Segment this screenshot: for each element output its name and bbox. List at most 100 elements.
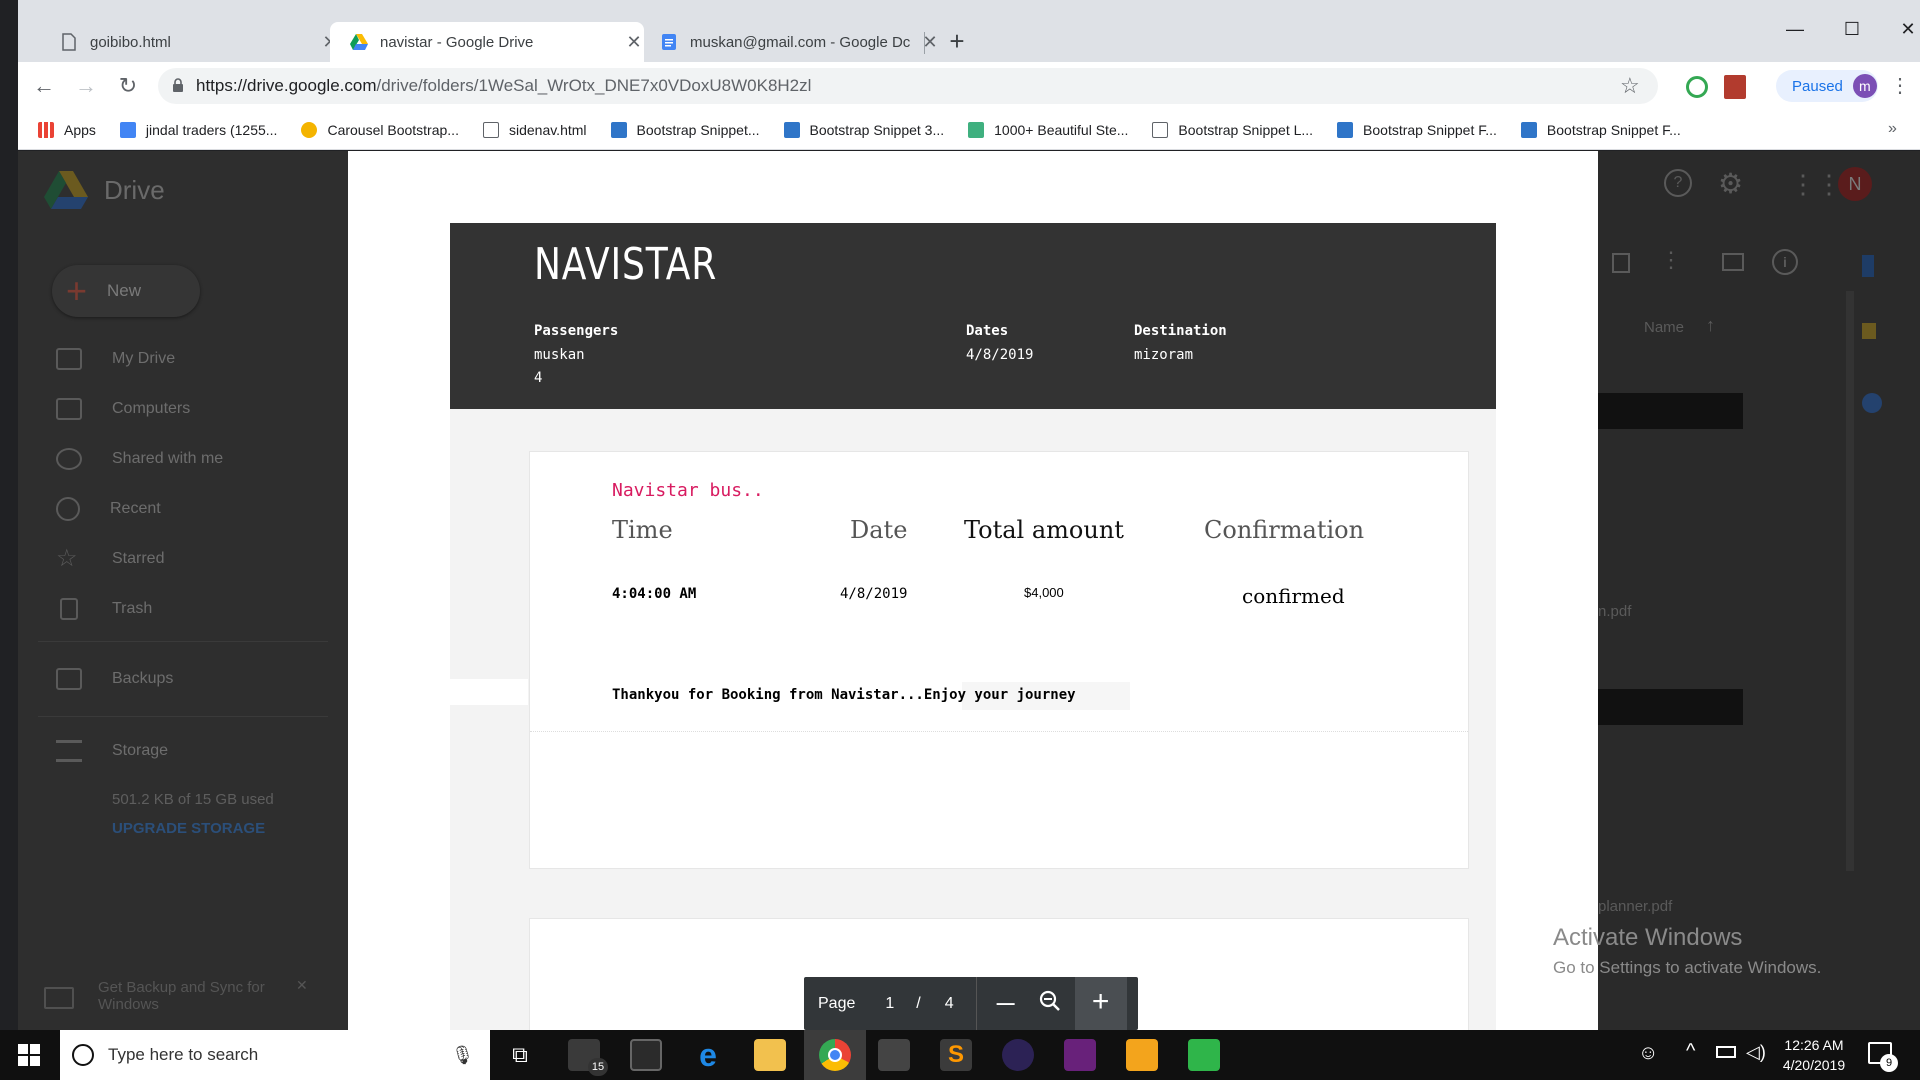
sidebar-item-recent[interactable]: Recent bbox=[56, 494, 161, 524]
sublime-text-icon[interactable]: S bbox=[940, 1039, 972, 1071]
bookmark-label: Bootstrap Snippet 3... bbox=[809, 121, 945, 138]
bootstrap-icon bbox=[1520, 121, 1537, 138]
task-view-icon[interactable]: ⧉ bbox=[504, 1039, 536, 1071]
tasks-addon-icon[interactable] bbox=[1862, 393, 1882, 413]
bookmark-item[interactable]: Bootstrap Snippet L... bbox=[1152, 121, 1313, 138]
cortana-icon bbox=[72, 1044, 94, 1066]
bookmark-item[interactable]: jindal traders (1255... bbox=[119, 121, 277, 138]
google-docs-icon bbox=[662, 34, 676, 50]
zoom-reset-button[interactable] bbox=[1035, 990, 1065, 1017]
gear-icon[interactable]: ⚙ bbox=[1718, 167, 1743, 200]
sidebar-item-my-drive[interactable]: My Drive bbox=[56, 344, 175, 374]
maximize-button[interactable]: ☐ bbox=[1837, 14, 1867, 44]
tab-google-docs[interactable]: muskan@gmail.com - Google Dc ✕ bbox=[640, 22, 940, 62]
help-icon[interactable]: ? bbox=[1664, 169, 1692, 197]
windows-start-icon[interactable] bbox=[18, 1044, 40, 1066]
upgrade-storage-link[interactable]: UPGRADE STORAGE bbox=[112, 820, 265, 837]
bookmark-item[interactable]: Carousel Bootstrap... bbox=[301, 121, 459, 138]
chevron-up-icon[interactable]: ^ bbox=[1686, 1040, 1695, 1063]
bookmark-item[interactable]: Bootstrap Snippet F... bbox=[1520, 121, 1681, 138]
calendar-addon-icon[interactable] bbox=[1862, 255, 1874, 277]
tab-title: muskan@gmail.com - Google Dc bbox=[690, 33, 911, 51]
drive-file-area: ? ⚙ ⋮⋮ N ⋮ i Name ↑ n.pdf planner.pdf bbox=[1598, 151, 1920, 1030]
trash-icon[interactable] bbox=[1612, 253, 1630, 273]
avatar[interactable]: N bbox=[1838, 167, 1872, 201]
info-icon[interactable]: i bbox=[1772, 249, 1798, 275]
eclipse-icon[interactable] bbox=[1002, 1039, 1034, 1071]
tab-goibibo[interactable]: goibibo.html ✕ bbox=[40, 22, 340, 62]
sidebar-item-shared[interactable]: Shared with me bbox=[56, 444, 223, 474]
zoom-in-button[interactable]: + bbox=[1074, 977, 1127, 1030]
visual-studio-icon[interactable] bbox=[1064, 1039, 1096, 1071]
tab-navistar-drive[interactable]: navistar - Google Drive ✕ bbox=[330, 22, 644, 62]
clock-date: 4/20/2019 bbox=[1782, 1057, 1846, 1073]
battery-icon[interactable] bbox=[1716, 1046, 1736, 1058]
tools-icon[interactable] bbox=[878, 1039, 910, 1071]
sidebar-item-trash[interactable]: Trash bbox=[56, 594, 152, 624]
list-view-icon[interactable] bbox=[1722, 253, 1744, 271]
search-placeholder: Type here to search bbox=[108, 1045, 259, 1064]
volume-icon[interactable]: ◁) bbox=[1746, 1042, 1766, 1063]
terminal-icon[interactable] bbox=[630, 1039, 662, 1071]
back-button[interactable]: ← bbox=[28, 70, 60, 102]
backup-sync-promo[interactable]: Get Backup and Sync for Windows bbox=[98, 979, 298, 1013]
sort-arrow-up-icon[interactable]: ↑ bbox=[1706, 315, 1715, 336]
forward-button[interactable]: → bbox=[70, 70, 102, 102]
sidebar-item-starred[interactable]: ☆ Starred bbox=[56, 544, 164, 574]
extension-grammarly-icon[interactable] bbox=[1686, 76, 1708, 98]
taskbar-search-box[interactable]: Type here to search 🎙 bbox=[60, 1030, 490, 1080]
file-thumbnail[interactable] bbox=[1598, 689, 1743, 725]
divider bbox=[38, 641, 328, 642]
file-name[interactable]: planner.pdf bbox=[1598, 898, 1672, 915]
scrollbar[interactable] bbox=[1846, 291, 1854, 871]
new-button[interactable]: + New bbox=[52, 265, 200, 317]
close-window-button[interactable]: ✕ bbox=[1893, 14, 1920, 44]
sidebar-item-backups[interactable]: Backups bbox=[56, 664, 173, 694]
close-icon[interactable]: ✕ bbox=[296, 977, 308, 994]
bookmark-apps[interactable]: Apps bbox=[38, 121, 96, 138]
bootstrap-icon bbox=[610, 121, 627, 138]
file-name[interactable]: n.pdf bbox=[1598, 603, 1631, 620]
clock-time: 12:26 AM bbox=[1784, 1037, 1844, 1053]
bookmark-star-icon[interactable]: ☆ bbox=[1620, 73, 1640, 99]
zoom-out-button[interactable]: — bbox=[991, 993, 1021, 1014]
people-icon[interactable]: ☺ bbox=[1638, 1042, 1658, 1065]
bookmark-item[interactable]: Bootstrap Snippet F... bbox=[1337, 121, 1497, 138]
edge-icon[interactable]: e bbox=[692, 1039, 724, 1071]
whatsapp-icon[interactable] bbox=[1126, 1039, 1158, 1071]
file-thumbnail[interactable] bbox=[1598, 393, 1743, 429]
new-label: New bbox=[107, 281, 142, 300]
extension-pdf-icon[interactable] bbox=[1724, 75, 1746, 99]
clock[interactable]: 12:26 AM 4/20/2019 bbox=[1778, 1035, 1850, 1075]
sort-name-label[interactable]: Name bbox=[1644, 319, 1684, 336]
file-explorer-icon[interactable] bbox=[754, 1039, 786, 1071]
address-bar[interactable]: https://drive.google.com/drive/folders/1… bbox=[158, 68, 1658, 104]
sidebar-item-storage[interactable]: Storage bbox=[56, 736, 168, 766]
more-bookmarks-button[interactable]: » bbox=[1888, 120, 1897, 138]
current-page-input[interactable]: 1 bbox=[885, 995, 894, 1013]
more-options-icon[interactable]: ⋮ bbox=[1660, 247, 1682, 273]
keep-addon-icon[interactable] bbox=[1862, 323, 1876, 339]
bookmark-item[interactable]: Bootstrap Snippet... bbox=[610, 121, 760, 138]
bookmark-label: Bootstrap Snippet F... bbox=[1363, 121, 1497, 138]
microphone-icon[interactable]: 🎙 bbox=[451, 1045, 474, 1066]
activate-windows-watermark: Activate Windows Go to Settings to activ… bbox=[1553, 924, 1821, 978]
bookmark-item[interactable]: 1000+ Beautiful Ste... bbox=[968, 121, 1129, 138]
apps-grid-icon[interactable]: ⋮⋮ bbox=[1790, 169, 1842, 200]
bookmark-item[interactable]: Bootstrap Snippet 3... bbox=[783, 121, 945, 138]
minimize-button[interactable]: — bbox=[1780, 14, 1810, 44]
taskbar-active-app[interactable] bbox=[804, 1030, 866, 1080]
backup-sync-icon[interactable] bbox=[1188, 1039, 1220, 1071]
bookmark-label: 1000+ Beautiful Ste... bbox=[994, 121, 1129, 138]
new-tab-button[interactable]: + bbox=[940, 24, 974, 58]
sidebar-item-computers[interactable]: Computers bbox=[56, 394, 190, 424]
docs-icon bbox=[119, 121, 136, 138]
reload-button[interactable]: ↻ bbox=[112, 70, 144, 102]
file-icon bbox=[1152, 121, 1169, 138]
bootstrap-icon bbox=[783, 121, 800, 138]
profile-button[interactable]: Paused m bbox=[1776, 70, 1878, 102]
menu-icon[interactable]: ⋮ bbox=[1884, 70, 1916, 102]
close-icon[interactable]: ✕ bbox=[920, 32, 940, 53]
bootstrap-icon bbox=[1337, 121, 1354, 138]
bookmark-item[interactable]: sidenav.html bbox=[482, 121, 587, 138]
